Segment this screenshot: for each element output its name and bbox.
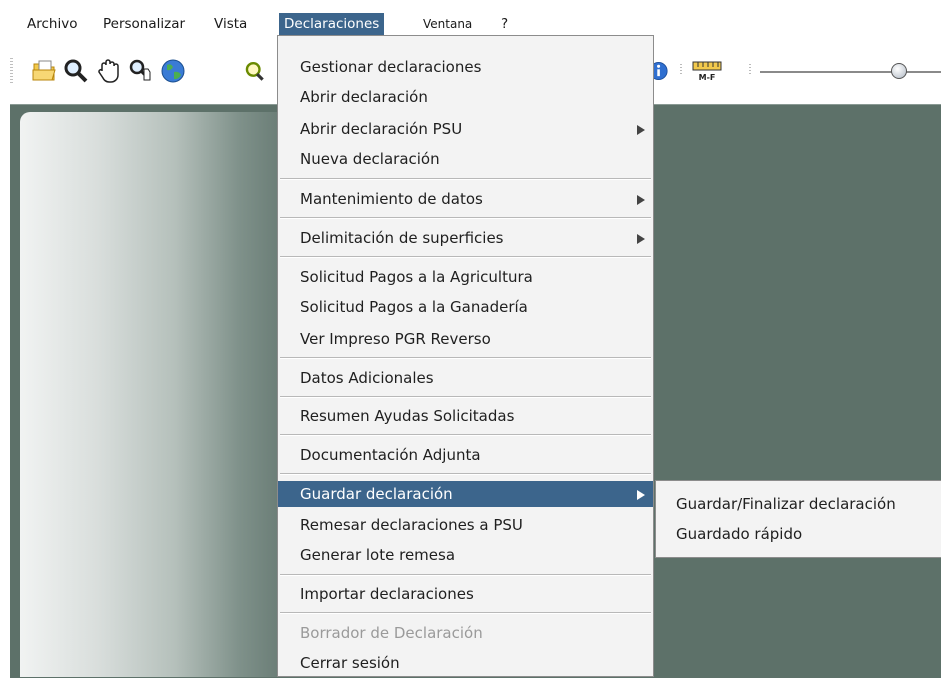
globe-icon[interactable]: [156, 54, 190, 88]
menu-item-label: Generar lote remesa: [300, 546, 456, 564]
menu-item-documentacion-adjunta[interactable]: Documentación Adjunta: [278, 442, 653, 468]
menu-ventana[interactable]: Ventana: [418, 13, 477, 35]
submenu-item-guardar-finalizar[interactable]: Guardar/Finalizar declaración: [656, 491, 940, 517]
menu-separator: [280, 434, 651, 436]
menu-personalizar[interactable]: Personalizar: [98, 13, 190, 35]
menu-item-label: Mantenimiento de datos: [300, 190, 483, 208]
menu-item-label: Resumen Ayudas Solicitadas: [300, 407, 515, 425]
zoom-slider-knob[interactable]: [891, 63, 907, 79]
submenu-arrow-icon: [637, 234, 645, 244]
menu-item-label: Abrir declaración PSU: [300, 120, 463, 138]
submenu-arrow-icon: [637, 195, 645, 205]
declaraciones-dropdown: Gestionar declaraciones Abrir declaració…: [277, 35, 654, 677]
menu-item-abrir-declaracion[interactable]: Abrir declaración: [278, 84, 653, 110]
menu-item-solicitud-pagos-agricultura[interactable]: Solicitud Pagos a la Agricultura: [278, 264, 653, 290]
inner-panel: [20, 112, 278, 677]
menu-separator: [280, 612, 651, 614]
submenu-arrow-icon: [637, 490, 645, 500]
menu-separator: [280, 217, 651, 219]
menu-item-nueva-declaracion[interactable]: Nueva declaración: [278, 146, 653, 172]
menu-item-label: Delimitación de superficies: [300, 229, 504, 247]
menu-item-solicitud-pagos-ganaderia[interactable]: Solicitud Pagos a la Ganadería: [278, 294, 653, 320]
folder-open-icon[interactable]: [28, 54, 62, 88]
menu-archivo[interactable]: Archivo: [22, 13, 82, 35]
ruler-label: M-F: [699, 73, 716, 82]
menu-item-label: Documentación Adjunta: [300, 446, 481, 464]
menu-item-label: Datos Adicionales: [300, 369, 434, 387]
menu-separator: [280, 357, 651, 359]
menu-item-label: Abrir declaración: [300, 88, 428, 106]
menu-help[interactable]: ?: [496, 13, 513, 35]
submenu-arrow-icon: [637, 125, 645, 135]
menu-separator: [280, 574, 651, 576]
menu-item-datos-adicionales[interactable]: Datos Adicionales: [278, 365, 653, 391]
zoom-extent-icon[interactable]: [243, 54, 265, 88]
zoom-slider-track[interactable]: [760, 71, 941, 73]
menu-item-label: Ver Impreso PGR Reverso: [300, 330, 491, 348]
menu-item-label: Solicitud Pagos a la Ganadería: [300, 298, 528, 316]
menu-vista[interactable]: Vista: [209, 13, 252, 35]
menu-item-label: Nueva declaración: [300, 150, 440, 168]
ruler-icon[interactable]: M-F: [690, 54, 724, 88]
menu-item-delimitacion-de-superficies[interactable]: Delimitación de superficies: [278, 225, 653, 251]
guardar-submenu: Guardar/Finalizar declaración Guardado r…: [655, 480, 941, 558]
menu-item-label: Guardar declaración: [300, 485, 453, 503]
menu-item-guardar-declaracion[interactable]: Guardar declaración: [278, 481, 653, 507]
toolbar-separator: [749, 64, 751, 76]
menu-item-label: Gestionar declaraciones: [300, 58, 482, 76]
menu-item-abrir-declaracion-psu[interactable]: Abrir declaración PSU: [278, 116, 653, 142]
menu-item-label: Borrador de Declaración: [300, 624, 483, 642]
toolbar-separator: [680, 64, 682, 76]
menu-item-gestionar-declaraciones[interactable]: Gestionar declaraciones: [278, 54, 653, 80]
menu-bar: Archivo Personalizar Vista Declaraciones…: [0, 0, 941, 38]
menu-item-borrador-de-declaracion: Borrador de Declaración: [278, 620, 653, 646]
menu-item-cerrar-sesion[interactable]: Cerrar sesión: [278, 650, 653, 676]
menu-item-label: Importar declaraciones: [300, 585, 474, 603]
menu-item-label: Remesar declaraciones a PSU: [300, 516, 523, 534]
menu-separator: [280, 256, 651, 258]
menu-item-label: Solicitud Pagos a la Agricultura: [300, 268, 533, 286]
menu-item-resumen-ayudas-solicitadas[interactable]: Resumen Ayudas Solicitadas: [278, 403, 653, 429]
menu-separator: [280, 178, 651, 180]
pan-hand-icon[interactable]: [92, 54, 126, 88]
menu-item-importar-declaraciones[interactable]: Importar declaraciones: [278, 581, 653, 607]
submenu-item-guardado-rapido[interactable]: Guardado rápido: [656, 521, 940, 547]
menu-item-ver-impreso-pgr-reverso[interactable]: Ver Impreso PGR Reverso: [278, 326, 653, 352]
menu-item-mantenimiento-de-datos[interactable]: Mantenimiento de datos: [278, 186, 653, 212]
menu-declaraciones[interactable]: Declaraciones: [279, 13, 385, 35]
menu-separator: [280, 396, 651, 398]
submenu-item-label: Guardar/Finalizar declaración: [676, 495, 896, 513]
submenu-item-label: Guardado rápido: [676, 525, 803, 543]
menu-separator: [280, 473, 651, 475]
zoom-icon[interactable]: [59, 54, 93, 88]
toolbar-grip[interactable]: [10, 58, 13, 84]
menu-item-generar-lote-remesa[interactable]: Generar lote remesa: [278, 542, 653, 568]
menu-item-remesar-declaraciones-psu[interactable]: Remesar declaraciones a PSU: [278, 512, 653, 538]
menu-item-label: Cerrar sesión: [300, 654, 400, 672]
zoom-select-icon[interactable]: [124, 54, 158, 88]
